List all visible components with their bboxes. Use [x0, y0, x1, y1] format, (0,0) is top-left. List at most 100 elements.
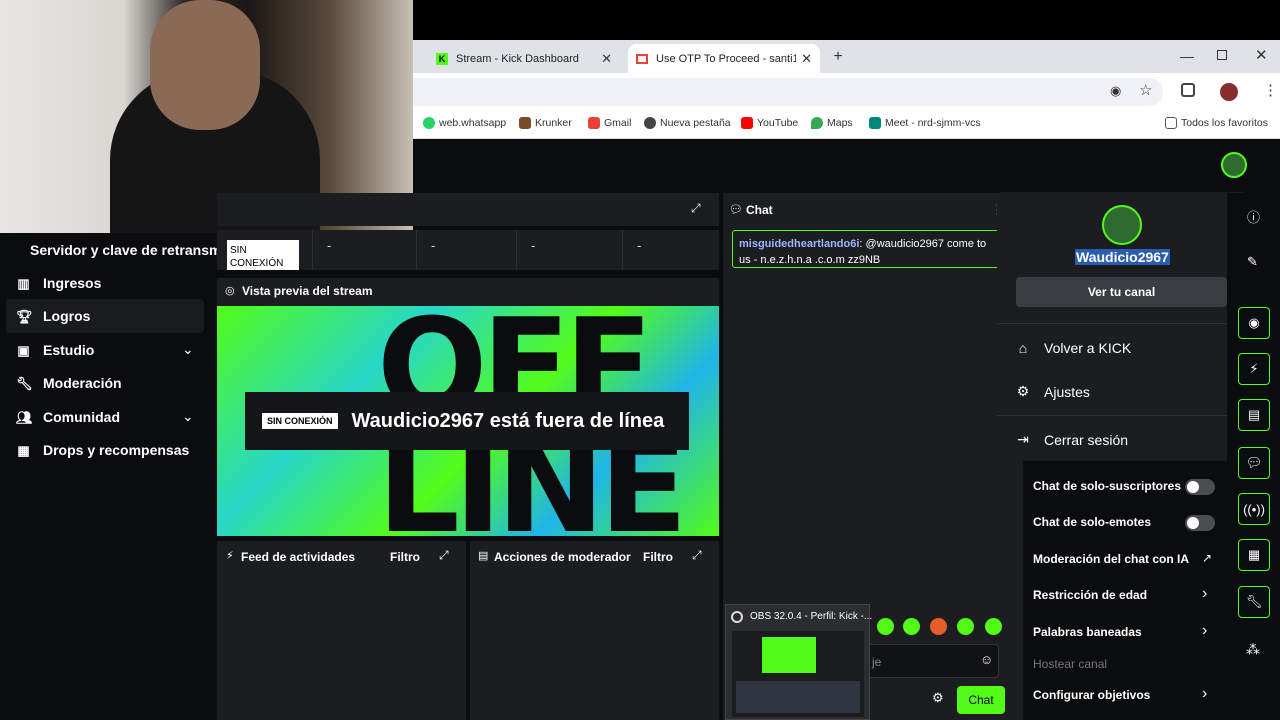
emote-icon[interactable] [985, 618, 1002, 635]
camera-tool-button[interactable]: ◉ [1238, 307, 1270, 339]
layout-tool-button[interactable]: ▦ [1238, 539, 1270, 571]
chevron-down-icon[interactable]: ⌄ [182, 341, 194, 358]
popout-icon[interactable]: ⤢ [439, 548, 449, 563]
notes-tool-button[interactable]: ▤ [1238, 399, 1270, 431]
list-icon: ▤ [478, 550, 489, 562]
emote-icon[interactable] [877, 618, 894, 635]
chevron-right-icon[interactable]: › [1202, 622, 1207, 640]
chevron-right-icon[interactable]: › [1202, 585, 1207, 603]
menu-icon[interactable]: ⋮ [1263, 81, 1278, 99]
chat-username[interactable]: misguidedheartlando6i [739, 238, 859, 250]
bookmarks-bar: web.whatsapp Krunker Gmail Nueva pestaña… [413, 111, 1280, 139]
emoji-icon[interactable]: ☺ [980, 652, 993, 667]
sidebar-item-logros[interactable]: 🏆︎ Logros [16, 308, 90, 324]
mod-actions-panel: ▤ Acciones de moderador Filtro ⤢ [470, 541, 719, 720]
all-bookmarks[interactable]: Todos los favoritos [1165, 117, 1268, 129]
address-bar[interactable]: ◉ ☆ [413, 78, 1163, 106]
subscribers-only-toggle[interactable] [1185, 479, 1215, 495]
bolt-icon: ⚡︎ [226, 550, 234, 562]
maximize-button[interactable] [1217, 50, 1227, 60]
edit-icon[interactable]: ✎ [1247, 254, 1258, 270]
emote-icon[interactable] [930, 618, 947, 635]
extensions-icon[interactable] [1181, 83, 1195, 97]
chevron-down-icon[interactable]: ⌄ [182, 408, 194, 425]
wrench-icon: 🔧︎ [16, 375, 33, 391]
offline-card: SIN CONEXIÓN Waudicio2967 está fuera de … [245, 392, 689, 450]
obs-icon [731, 611, 743, 623]
ai-moderation-label[interactable]: Moderación del chat con IA [1033, 552, 1189, 566]
external-link-icon[interactable]: ↗ [1202, 551, 1212, 565]
menu-item-cerrar-sesion[interactable]: ⇥ Cerrar sesión [1016, 431, 1128, 448]
sidebar-item-ingresos[interactable]: ▥ Ingresos [16, 275, 101, 291]
person-head [150, 0, 260, 130]
bookmark-label: YouTube [757, 117, 799, 129]
obs-window-preview[interactable]: OBS 32.0.4 - Perfil: Kick -... [725, 604, 873, 720]
profile-avatar-icon[interactable] [1220, 83, 1238, 101]
bookmark-youtube[interactable]: YouTube [741, 117, 798, 129]
chat-message: misguidedheartlando6i: @waudicio2967 com… [732, 230, 1002, 268]
star-icon[interactable]: ☆ [1139, 81, 1152, 99]
filter-button[interactable]: Filtro [390, 550, 420, 564]
preview-header: ◎ Vista previa del stream [217, 278, 719, 306]
minimize-button[interactable]: — [1180, 48, 1194, 64]
user-menu: Waudicio2967 Ver tu canal [997, 192, 1246, 461]
bookmark-krunker[interactable]: Krunker [519, 117, 572, 129]
menu-divider [997, 323, 1246, 324]
sidebar-item-moderacion[interactable]: 🔧︎ Moderación [16, 375, 122, 391]
bookmark-maps[interactable]: Maps [811, 117, 853, 129]
sidebar-item-stream-key[interactable]: Servidor y clave de retransm [30, 242, 221, 258]
bookmark-label: Meet - nrd-sjmm-vcs [885, 117, 981, 129]
tab-otp[interactable]: Use OTP To Proceed - santi10j... ✕ [628, 44, 820, 73]
menu-item-volver[interactable]: ⌂ Volver a KICK [1016, 340, 1131, 356]
menu-item-label: Ajustes [1044, 383, 1090, 400]
bookmark-gmail[interactable]: Gmail [588, 117, 631, 129]
gmail-favicon-icon [636, 53, 648, 64]
close-tab-icon[interactable]: ✕ [801, 51, 812, 67]
chat-input[interactable]: je ☺ [865, 644, 999, 678]
goals-label[interactable]: Configurar objetivos [1033, 688, 1150, 702]
bolt-tool-button[interactable]: ⚡︎ [1238, 353, 1270, 385]
sidebar-item-estudio[interactable]: ▣ Estudio [16, 342, 94, 358]
info-icon[interactable]: ⓘ [1247, 207, 1260, 226]
age-restriction-label[interactable]: Restricción de edad [1033, 588, 1147, 602]
emote-icon[interactable] [957, 618, 974, 635]
kick-favicon-icon: K [436, 52, 448, 65]
close-window-button[interactable]: ✕ [1255, 46, 1268, 64]
popout-icon[interactable]: ⤢ [692, 548, 702, 563]
popout-icon[interactable]: ⤢ [691, 201, 701, 216]
chat-tool-button[interactable]: 💬︎ [1238, 447, 1270, 479]
sidebar-item-drops[interactable]: ▦ Drops y recompensas [16, 442, 189, 458]
home-icon: ⌂ [1018, 340, 1028, 356]
new-tab-button[interactable]: + [828, 47, 848, 67]
menu-divider [997, 415, 1246, 416]
filter-button[interactable]: Filtro [643, 550, 673, 564]
chat-settings-gear-icon[interactable]: ⚙ [932, 690, 944, 706]
stream-preview-image: OFF LINE SIN CONEXIÓN Waudicio2967 está f… [217, 306, 719, 536]
banned-words-label[interactable]: Palabras baneadas [1033, 625, 1142, 639]
chevron-right-icon[interactable]: › [1202, 685, 1207, 703]
chat-send-button[interactable]: Chat [957, 686, 1005, 714]
stat-value: - [416, 230, 516, 270]
tab-label: Stream - Kick Dashboard [456, 52, 579, 65]
header-avatar[interactable] [1221, 152, 1247, 178]
view-channel-button[interactable]: Ver tu canal [1016, 277, 1227, 307]
close-tab-icon[interactable]: ✕ [601, 51, 612, 67]
wrench-tool-button[interactable]: 🔧︎ [1238, 586, 1270, 618]
sidebar-item-comunidad[interactable]: 👥︎ Comunidad [16, 409, 120, 425]
stat-value: - [312, 230, 416, 270]
emote-icon[interactable] [903, 618, 920, 635]
sidebar-item-label: Comunidad [43, 409, 120, 425]
eye-off-icon[interactable]: ◉ [1110, 83, 1121, 99]
bookmark-meet[interactable]: Meet - nrd-sjmm-vcs [869, 117, 981, 129]
whatsapp-icon [423, 117, 435, 129]
bookmark-new-tab[interactable]: Nueva pestaña [644, 117, 731, 129]
more-tools-icon[interactable]: ⁂ [1246, 641, 1260, 658]
broadcast-tool-button[interactable]: ((•)) [1238, 493, 1270, 525]
emotes-only-toggle[interactable] [1185, 515, 1215, 531]
krunker-icon [519, 117, 531, 129]
tab-kick-dashboard[interactable]: K Stream - Kick Dashboard ✕ [428, 44, 620, 73]
menu-item-ajustes[interactable]: ⚙ Ajustes [1016, 383, 1090, 400]
bookmark-whatsapp[interactable]: web.whatsapp [423, 117, 506, 129]
obs-title: OBS 32.0.4 - Perfil: Kick -... [750, 611, 873, 622]
bookmark-label: Todos los favoritos [1181, 117, 1268, 129]
